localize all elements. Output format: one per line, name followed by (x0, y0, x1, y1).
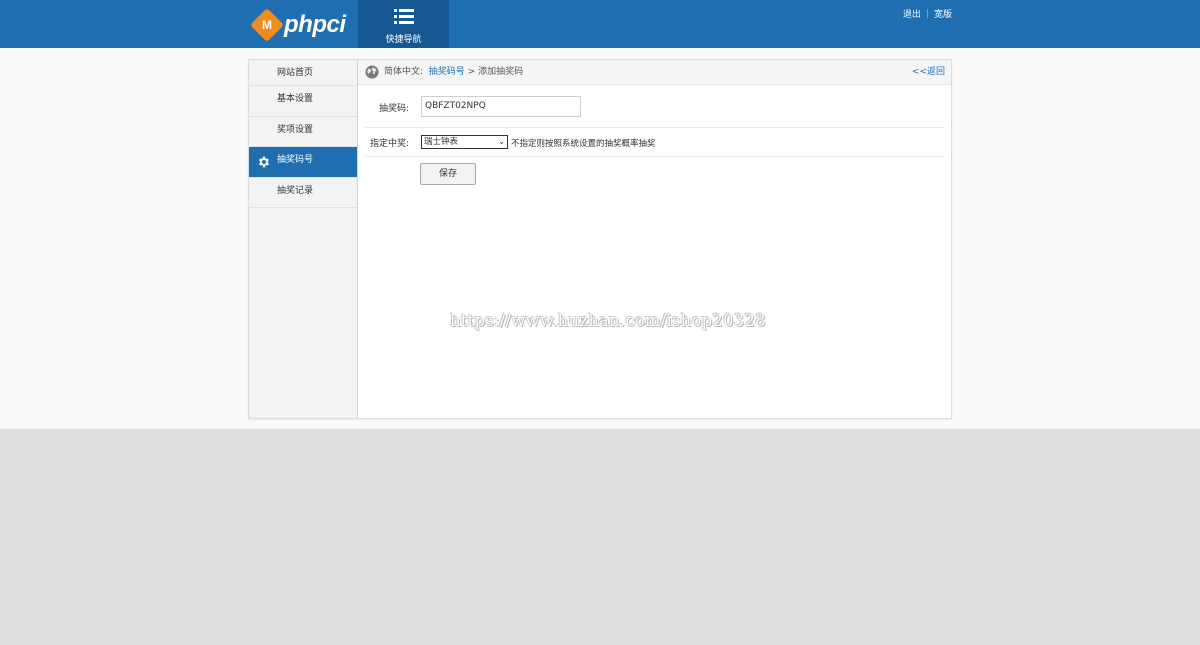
sidebar-item-label: 抽奖记录 (277, 185, 314, 196)
quick-nav-label: 快捷导航 (385, 35, 422, 45)
top-header: M phpci 快捷导航 退出 | 宽版 (0, 0, 1200, 48)
sidebar-item-label: 基本设置 (277, 94, 314, 104)
sidebar-item-label: 网站首页 (277, 68, 314, 78)
prize-row: 指定中奖: 瑞士钟表 ⌄ 不指定则按照系统设置的抽奖概率抽奖 (365, 128, 945, 157)
breadcrumb: 简体中文: 抽奖码号 > 添加抽奖码 <<返回 (358, 60, 951, 85)
top-links: 退出 | 宽版 (903, 7, 952, 21)
sidebar-item-label: 抽奖码号 (277, 155, 314, 165)
chevron-down-icon: ⌄ (498, 137, 505, 146)
prize-select[interactable]: 瑞士钟表 ⌄ (421, 135, 508, 149)
sidebar-item-home[interactable]: 网站首页 (249, 60, 357, 86)
sidebar-item-label: 奖项设置 (277, 124, 314, 135)
watermark: https://www.huzhan.com/ishop20328 (450, 311, 766, 330)
breadcrumb-current: 添加抽奖码 (478, 67, 524, 77)
breadcrumb-prefix: 简体中文: (384, 67, 424, 77)
logo-text: phpci (284, 11, 346, 38)
globe-icon (365, 65, 379, 79)
sidebar: 网站首页 基本设置 奖项设置 抽奖码号 抽奖记录 (249, 60, 358, 418)
logout-link[interactable]: 退出 (903, 7, 921, 20)
logo-badge-icon: M (250, 8, 284, 42)
breadcrumb-separator: > (467, 67, 476, 77)
list-menu-icon (394, 9, 414, 25)
sidebar-item-lottery-codes[interactable]: 抽奖码号 (249, 147, 357, 178)
gear-icon (258, 156, 270, 168)
sidebar-item-lottery-records[interactable]: 抽奖记录 (249, 178, 357, 208)
wide-mode-link[interactable]: 宽版 (934, 7, 952, 20)
sidebar-item-prize-settings[interactable]: 奖项设置 (249, 117, 357, 147)
prize-selected-value: 瑞士钟表 (424, 137, 459, 147)
prize-hint: 不指定则按照系统设置的抽奖概率抽奖 (511, 139, 656, 149)
prize-label: 指定中奖: (369, 139, 409, 149)
back-link[interactable]: <<返回 (912, 60, 945, 85)
breadcrumb-text: 简体中文: 抽奖码号 > 添加抽奖码 (384, 60, 523, 85)
code-row: 抽奖码: QBFZT02NPQ (365, 86, 945, 128)
code-label: 抽奖码: (378, 104, 409, 114)
link-divider: | (925, 8, 929, 19)
code-input[interactable]: QBFZT02NPQ (421, 96, 581, 117)
logo[interactable]: M phpci (250, 8, 346, 42)
main-panel: 网站首页 基本设置 奖项设置 抽奖码号 抽奖记录 简体中文: 抽奖码号 > 添加… (248, 59, 952, 419)
quick-nav-button[interactable]: 快捷导航 (358, 0, 449, 48)
breadcrumb-link-lottery-codes[interactable]: 抽奖码号 (429, 67, 465, 77)
sidebar-item-basic-settings[interactable]: 基本设置 (249, 86, 357, 117)
save-button[interactable]: 保存 (420, 163, 476, 185)
